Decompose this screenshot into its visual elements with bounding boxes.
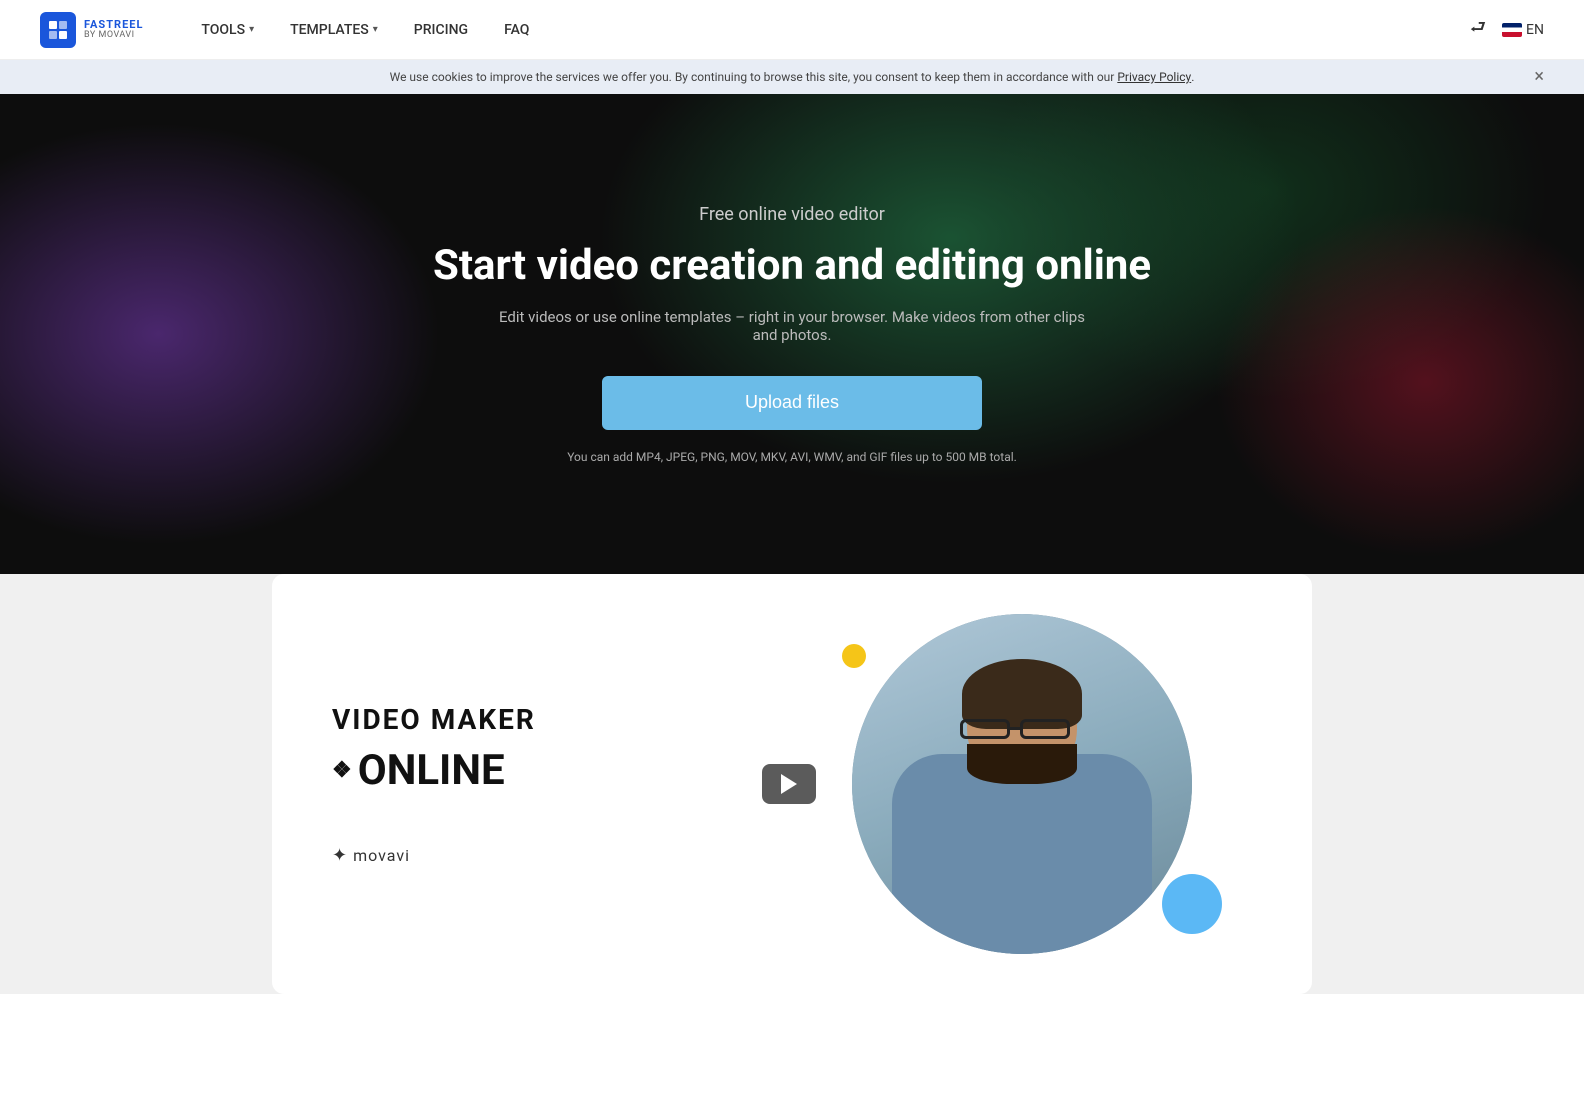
movavi-logo: ✦ movavi — [332, 845, 792, 866]
flag-icon — [1502, 23, 1522, 37]
nav-links: TOOLS ▾ TEMPLATES ▾ PRICING FAQ — [183, 14, 1469, 46]
nav-templates[interactable]: TEMPLATES ▾ — [272, 14, 396, 46]
hero-title: Start video creation and editing online — [433, 241, 1151, 291]
logo-text: FASTREEL BY MOVAVI — [84, 19, 143, 41]
cookie-banner: We use cookies to improve the services w… — [0, 60, 1584, 94]
nav-faq[interactable]: FAQ — [486, 14, 547, 46]
nav-pricing[interactable]: PRICING — [396, 14, 486, 46]
hero-description: Edit videos or use online templates – ri… — [492, 308, 1092, 344]
video-card-right — [792, 614, 1252, 954]
privacy-policy-link[interactable]: Privacy Policy — [1117, 70, 1191, 84]
lang-selector[interactable]: EN — [1502, 22, 1544, 38]
play-button[interactable] — [762, 764, 816, 804]
tools-chevron-icon: ▾ — [249, 24, 254, 35]
navbar: FASTREEL BY MOVAVI TOOLS ▾ TEMPLATES ▾ P… — [0, 0, 1584, 60]
movavi-dots-icon: ✦ — [332, 845, 347, 866]
video-maker-label: VIDEO MAKER — [332, 703, 792, 736]
templates-chevron-icon: ▾ — [373, 24, 378, 35]
video-card: VIDEO MAKER ❖ ONLINE ✦ movavi — [272, 574, 1312, 994]
hero-content: Free online video editor Start video cre… — [433, 204, 1151, 463]
file-note: You can add MP4, JPEG, PNG, MOV, MKV, AV… — [567, 450, 1017, 464]
nav-right: ⮐ EN — [1470, 15, 1544, 45]
cookie-close-button[interactable]: × — [1534, 68, 1544, 86]
nav-tools[interactable]: TOOLS ▾ — [183, 14, 272, 46]
hero-subtitle: Free online video editor — [699, 204, 885, 225]
movavi-text: movavi — [353, 846, 410, 865]
login-button[interactable]: ⮐ — [1470, 15, 1486, 45]
play-icon — [781, 774, 797, 794]
blue-dot-decoration — [1162, 874, 1222, 934]
four-dots-icon: ❖ — [332, 758, 352, 783]
logo-icon — [40, 12, 76, 48]
person-image — [852, 614, 1192, 954]
hero-section: Free online video editor Start video cre… — [0, 94, 1584, 574]
video-online-label: ❖ ONLINE — [332, 746, 792, 795]
upload-files-button[interactable]: Upload files — [602, 376, 982, 430]
login-icon: ⮐ — [1470, 15, 1486, 45]
lower-section: VIDEO MAKER ❖ ONLINE ✦ movavi — [0, 574, 1584, 994]
logo[interactable]: FASTREEL BY MOVAVI — [40, 12, 143, 48]
video-card-left: VIDEO MAKER ❖ ONLINE ✦ movavi — [332, 703, 792, 866]
